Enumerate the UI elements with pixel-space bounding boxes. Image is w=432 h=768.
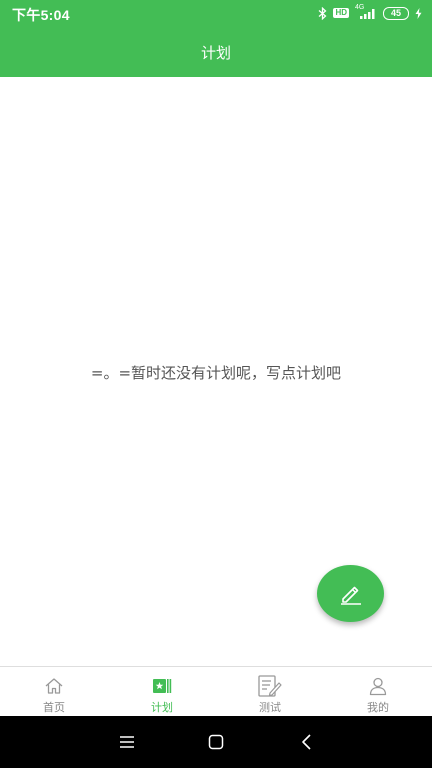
nav-label-test: 测试 [259, 701, 281, 714]
nav-item-profile[interactable]: 我的 [324, 667, 432, 717]
battery-icon: 45 [383, 6, 409, 20]
empty-state-message: =。=暂时还没有计划呢，写点计划吧 [90, 364, 342, 382]
battery-level: 45 [390, 7, 401, 18]
nav-item-test[interactable]: 测试 [216, 667, 324, 717]
hd-badge: HD [333, 8, 349, 18]
charging-icon [415, 7, 422, 19]
signal-icon: 4G [355, 4, 377, 20]
nav-item-home[interactable]: 首页 [0, 667, 108, 717]
page-title: 计划 [200, 44, 231, 62]
nav-label-profile: 我的 [367, 701, 389, 714]
nav-item-plan[interactable]: 计划 [108, 667, 216, 717]
system-nav-bar [0, 716, 432, 768]
nav-label-home: 首页 [43, 701, 65, 714]
back-icon[interactable] [297, 732, 317, 752]
status-bar: 下午5:04 HD 4G 45 [0, 0, 432, 26]
bluetooth-icon [319, 6, 327, 20]
pencil-icon [340, 586, 361, 605]
home-icon [45, 678, 63, 694]
status-time: 下午5:04 [12, 7, 70, 23]
test-icon [258, 675, 282, 697]
status-icons: HD 4G 45 [318, 4, 422, 21]
bottom-nav: 首页 计划 测试 我的 [0, 666, 432, 717]
home-button-icon[interactable] [206, 732, 226, 752]
plan-icon [153, 679, 172, 693]
menu-icon[interactable] [117, 732, 137, 752]
profile-icon [369, 677, 387, 696]
app-bar: 计划 [0, 26, 432, 77]
add-plan-button[interactable] [317, 565, 384, 622]
nav-label-plan: 计划 [151, 701, 173, 714]
